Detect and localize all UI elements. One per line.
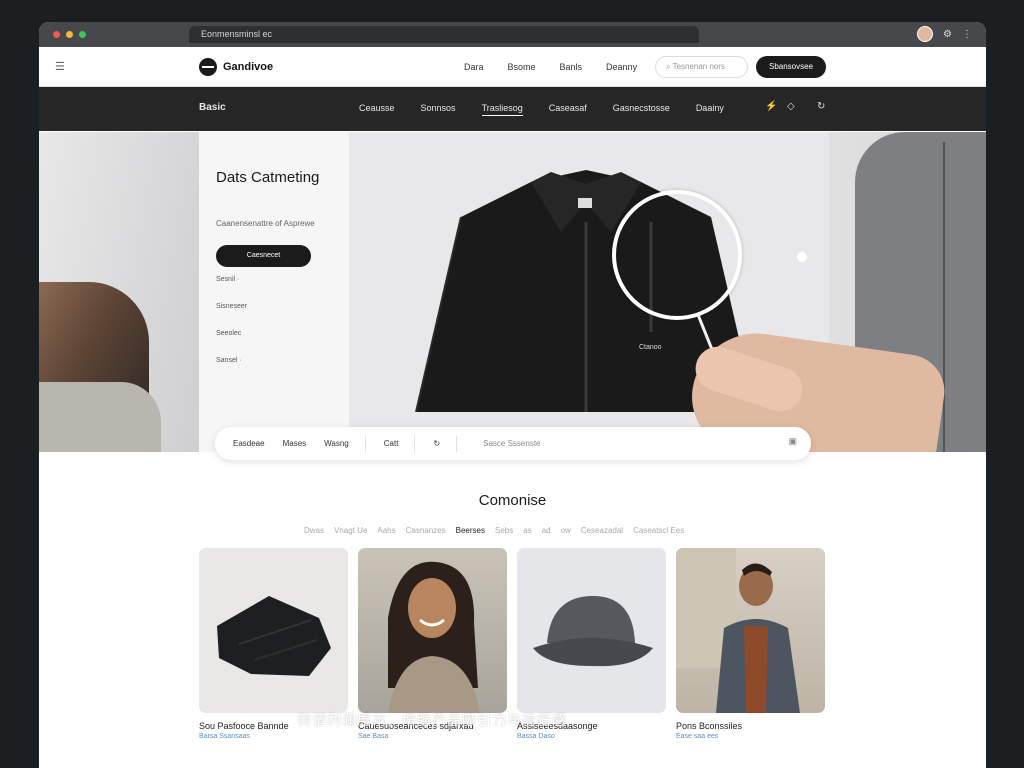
maximize-window-button[interactable]	[79, 31, 86, 38]
product-price: Barsa Ssansaas	[199, 733, 250, 740]
refresh-icon[interactable]: ↻	[817, 101, 825, 112]
hero-subtitle: Caanensenattre of Asprewe	[216, 219, 315, 228]
logo-mark-icon	[199, 58, 217, 76]
category-item[interactable]: Sonnsos	[421, 103, 456, 116]
hero-product-links: Sesnil · Sisneseer Seeolec Sansel ·	[216, 276, 247, 384]
more-icon[interactable]: ⋮	[962, 29, 972, 40]
hero-cta-button[interactable]: Caesnecet	[216, 245, 311, 267]
nav-links: Dara Bsome Banls Deanny	[464, 62, 637, 72]
bolt-icon[interactable]: ⚡	[765, 101, 777, 112]
browser-actions: ⚙ ⋮	[917, 26, 972, 42]
woman-model-icon	[388, 561, 480, 713]
product-price: Sae Basa	[358, 733, 389, 740]
hero-product-link[interactable]: Sisneseer	[216, 303, 247, 330]
overlay-caption: 突请利润展示，增强产品吸引力与信任感	[297, 712, 567, 728]
minimize-window-button[interactable]	[66, 31, 73, 38]
menu-icon[interactable]: ☰	[55, 60, 65, 73]
close-window-button[interactable]	[53, 31, 60, 38]
hero-product-link[interactable]: Sansel ·	[216, 357, 247, 384]
category-item[interactable]: Gasnecstosse	[613, 103, 670, 116]
category-item[interactable]: Caseasaf	[549, 103, 587, 116]
collection-tab[interactable]: Aahs	[377, 526, 395, 535]
hero-product-link[interactable]: Sesnil ·	[216, 276, 247, 303]
window-controls	[53, 31, 86, 38]
filter-search-input[interactable]: Sasce Sssenste	[483, 439, 540, 448]
nav-link[interactable]: Deanny	[606, 62, 637, 72]
collection-tabs: Dwas Vnagt Ue Aahs Casnanzes Beerses Seb…	[304, 526, 684, 535]
category-item[interactable]: Daainy	[696, 103, 724, 116]
jacket-label: Ctanoo	[639, 344, 662, 351]
search-placeholder: Tesnenan nors	[672, 62, 726, 71]
nav-link[interactable]: Banls	[560, 62, 583, 72]
carousel-dot[interactable]	[797, 252, 807, 262]
browser-chrome: Eonmensminsl ec ⚙ ⋮	[39, 22, 986, 47]
product-image-folded-jacket[interactable]	[199, 548, 348, 713]
primary-action-button[interactable]: Sbansovsee	[756, 56, 826, 78]
folded-jacket-icon	[217, 596, 331, 676]
collection-tab[interactable]: Vnagt Ue	[334, 526, 367, 535]
product-image-man-model[interactable]	[676, 548, 825, 713]
filter-item[interactable]: Easdeae	[233, 439, 265, 448]
category-list: Ceausse Sonnsos Trasliesog Caseasaf Gasn…	[359, 103, 724, 116]
nav-link[interactable]: Bsome	[508, 62, 536, 72]
product-price: Bassa Daso	[517, 733, 555, 740]
filter-item[interactable]: Catt	[384, 439, 399, 448]
category-item-active[interactable]: Trasliesog	[481, 103, 523, 116]
nav-link[interactable]: Dara	[464, 62, 484, 72]
collection-tab[interactable]: Dwas	[304, 526, 324, 535]
search-input[interactable]: ⌕ Tesnenan nors	[655, 56, 748, 78]
hero-panel: Dats Catmeting Caanensenattre of Asprewe…	[199, 132, 349, 452]
magnifier-lens	[612, 190, 742, 320]
filter-item[interactable]: Wasng	[324, 439, 349, 448]
product-card[interactable]: Pons Bconssiles Ease saa ees	[676, 548, 825, 740]
collection-tab[interactable]: ow	[561, 526, 571, 535]
bookmark-icon[interactable]: ◇	[787, 101, 795, 112]
filter-bar: Easdeae Mases Wasng Catt ↻ Sasce Sssenst…	[215, 427, 811, 460]
hero-product-link[interactable]: Seeolec	[216, 330, 247, 357]
collection-tab[interactable]: Caseatscl Ees	[633, 526, 684, 535]
divider	[456, 435, 458, 452]
model-sweater	[39, 382, 161, 452]
category-item[interactable]: Ceausse	[359, 103, 395, 116]
product-image-woman-model[interactable]	[358, 548, 507, 713]
collection-tab[interactable]: Casnanzes	[406, 526, 446, 535]
refresh-icon[interactable]: ↻	[433, 439, 440, 448]
collection-tab[interactable]: ad	[542, 526, 551, 535]
divider	[414, 435, 416, 452]
profile-avatar[interactable]	[917, 26, 934, 42]
filter-item[interactable]: Mases	[283, 439, 307, 448]
search-icon: ⌕	[666, 62, 671, 71]
brand-logo[interactable]: Gandivoe	[199, 58, 273, 76]
collection-tab[interactable]: Ceseazadal	[581, 526, 623, 535]
top-navigation: ☰ Gandivoe Dara Bsome Banls Deanny ⌕ Tes…	[39, 47, 986, 87]
cap-icon	[533, 596, 653, 667]
product-name[interactable]: Pons Bconssiles	[676, 721, 825, 731]
divider	[364, 435, 366, 452]
category-brand[interactable]: Basic	[199, 102, 226, 113]
filter-icon[interactable]: ▣	[788, 436, 797, 447]
collection-tab[interactable]: as	[523, 526, 531, 535]
hero-title: Dats Catmeting	[216, 169, 320, 186]
category-bar: Basic Ceausse Sonnsos Trasliesog Caseasa…	[39, 87, 986, 131]
browser-window: Eonmensminsl ec ⚙ ⋮ ☰ Gandivoe Dara Bsom…	[39, 22, 986, 768]
product-price: Ease saa ees	[676, 733, 719, 740]
product-image-cap[interactable]	[517, 548, 666, 713]
model-photo-left	[39, 132, 199, 452]
hero-section: Dats Catmeting Caanensenattre of Asprewe…	[39, 132, 986, 452]
logo-text: Gandivoe	[223, 61, 274, 73]
man-model-icon	[676, 548, 800, 713]
collection-title: Comonise	[478, 492, 547, 509]
collection-tab[interactable]: Sebs	[495, 526, 513, 535]
settings-icon[interactable]: ⚙	[943, 29, 952, 40]
browser-tab[interactable]: Eonmensminsl ec	[189, 26, 699, 43]
collection-tab-active[interactable]: Beerses	[456, 526, 485, 535]
